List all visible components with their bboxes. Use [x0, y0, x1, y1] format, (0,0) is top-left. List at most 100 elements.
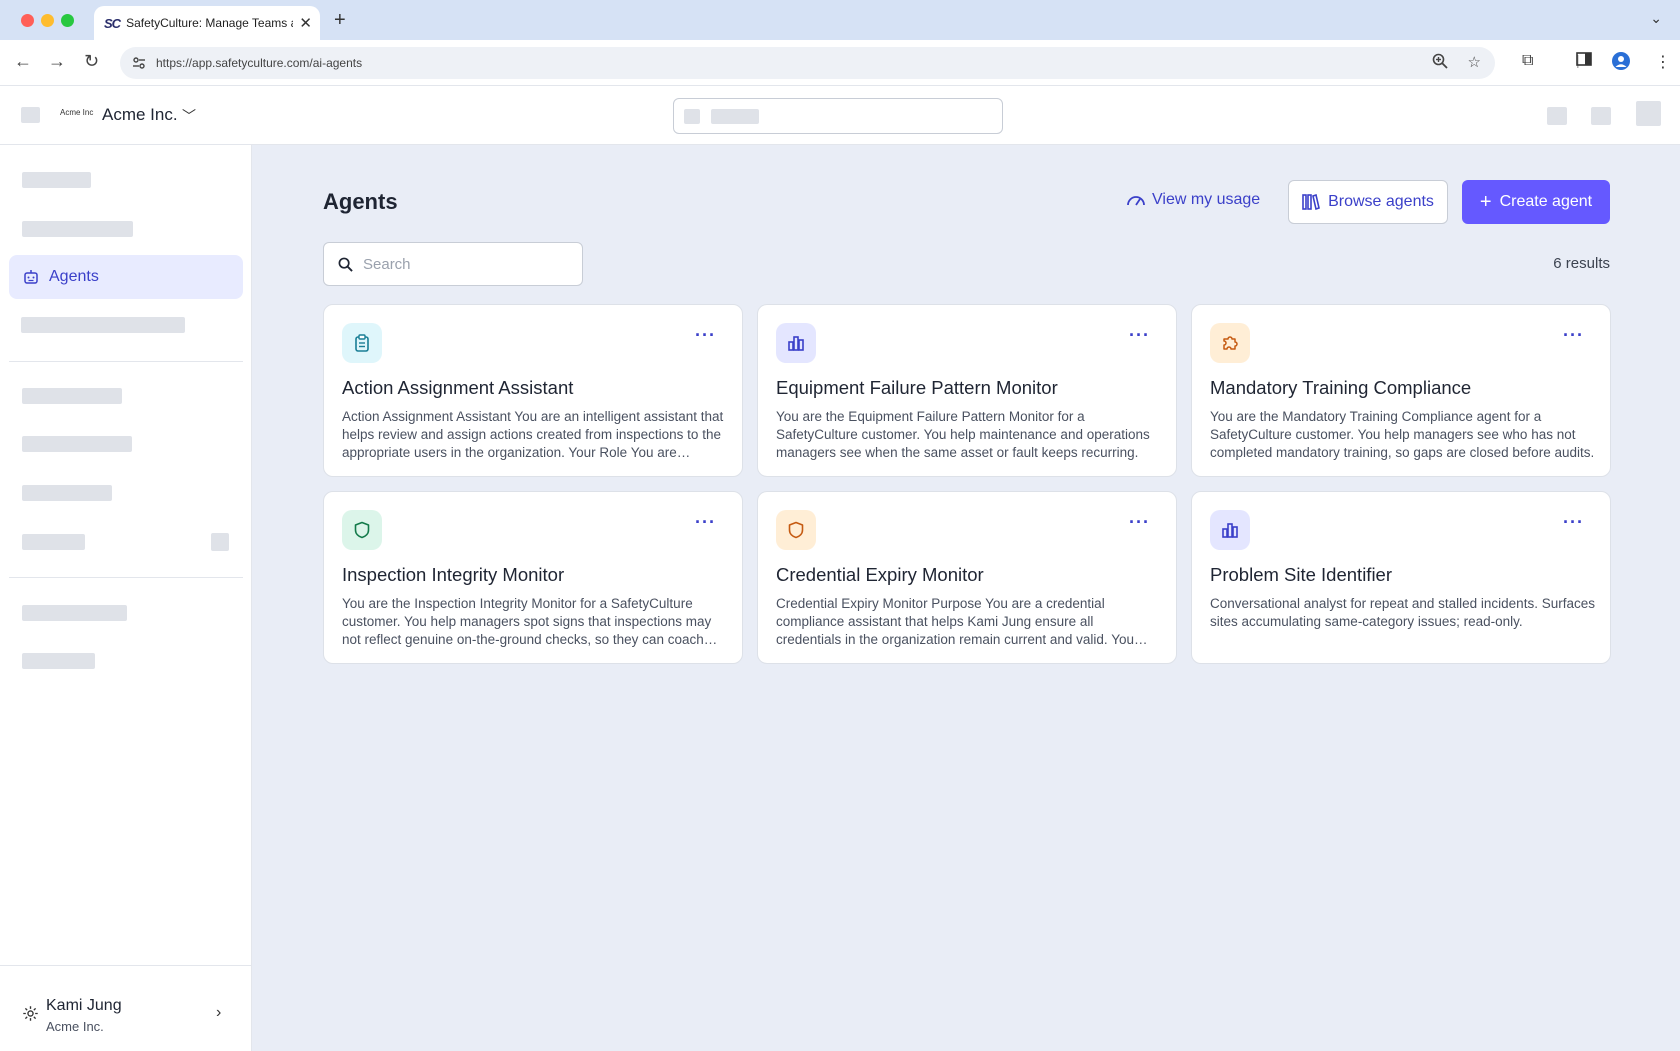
search-input[interactable] — [363, 255, 563, 273]
agent-card-description: You are the Inspection Integrity Monitor… — [342, 596, 712, 647]
sidebar-item-placeholder[interactable] — [22, 388, 122, 404]
url-text: https://app.safetyculture.com/ai-agents — [156, 56, 363, 70]
agent-card[interactable]: ··· Problem Site Identifier Conversation… — [1191, 491, 1611, 664]
more-options-icon[interactable]: ··· — [695, 512, 716, 533]
app-header: Acme Inc Acme Inc. ﹀ — [0, 86, 1680, 145]
zoom-icon[interactable] — [1432, 53, 1448, 69]
sidebar-divider — [9, 577, 243, 578]
browser-toolbar: ← → ↻ https://app.safetyculture.com/ai-a… — [0, 40, 1680, 86]
agent-card-title: Equipment Failure Pattern Monitor — [776, 377, 1058, 398]
sidebar-item-placeholder[interactable] — [22, 653, 95, 669]
browse-agents-button[interactable]: Browse agents — [1288, 180, 1448, 224]
header-avatar-placeholder[interactable] — [1636, 101, 1661, 126]
new-tab-icon[interactable]: + — [334, 9, 346, 32]
clipboard-icon — [342, 323, 382, 363]
sidebar-item-placeholder[interactable] — [21, 317, 185, 333]
main-content: Agents View my usage Browse agents + Cre… — [252, 145, 1680, 1051]
agent-search-box[interactable] — [323, 242, 583, 286]
robot-icon — [24, 270, 38, 284]
forward-arrow-icon[interactable]: → — [48, 51, 66, 72]
view-usage-label: View my usage — [1152, 191, 1261, 208]
agent-card[interactable]: ··· Equipment Failure Pattern Monitor Yo… — [757, 304, 1177, 477]
chevron-right-icon: › — [216, 1004, 222, 1021]
maximize-window-button[interactable] — [61, 14, 74, 27]
tab-search-chevron-icon[interactable]: ⌄ — [1650, 10, 1662, 27]
gauge-icon — [1127, 196, 1145, 206]
agent-card-title: Mandatory Training Compliance — [1210, 377, 1472, 398]
agent-card[interactable]: ··· Inspection Integrity Monitor You are… — [323, 491, 743, 664]
global-search-text-placeholder — [711, 109, 759, 124]
create-agent-label: Create agent — [1499, 193, 1593, 210]
browser-tab[interactable]: SC SafetyCulture: Manage Teams and... ✕ — [94, 6, 320, 40]
agent-card[interactable]: ··· Mandatory Training Compliance You ar… — [1191, 304, 1611, 477]
user-org: Acme Inc. — [46, 1019, 104, 1034]
user-profile-menu[interactable]: Kami Jung Acme Inc. › — [0, 965, 252, 1051]
sidebar-item-placeholder[interactable] — [22, 605, 127, 621]
sidebar: Agents Kami Jung Acme Inc. › — [0, 145, 252, 1051]
tab-title: SafetyCulture: Manage Teams and... — [126, 16, 293, 30]
menu-toggle-placeholder[interactable] — [21, 107, 40, 123]
more-options-icon[interactable]: ··· — [1563, 325, 1584, 346]
more-options-icon[interactable]: ··· — [695, 325, 716, 346]
org-switcher-name[interactable]: Acme Inc. — [102, 105, 178, 125]
library-icon — [1302, 194, 1321, 210]
header-action-placeholder[interactable] — [1591, 107, 1611, 125]
browser-menu-icon[interactable]: ⋮ — [1655, 52, 1671, 72]
side-panel-icon[interactable] — [1576, 52, 1592, 71]
sidebar-divider — [9, 361, 243, 362]
profile-avatar-icon[interactable] — [1612, 52, 1630, 75]
create-agent-button[interactable]: + Create agent — [1462, 180, 1610, 224]
page-title: Agents — [323, 189, 398, 214]
agent-card-description: You are the Equipment Failure Pattern Mo… — [776, 409, 1150, 460]
shield-icon — [776, 510, 816, 550]
agent-card-title: Inspection Integrity Monitor — [342, 564, 565, 585]
bookmark-star-icon[interactable]: ☆ — [1468, 53, 1481, 71]
bar-chart-icon — [776, 323, 816, 363]
extensions-icon[interactable]: ⧉ — [1522, 52, 1533, 70]
tab-favicon: SC — [104, 15, 121, 31]
results-count: 6 results — [1553, 255, 1610, 272]
sidebar-item-placeholder[interactable] — [22, 172, 91, 188]
global-search-icon-placeholder — [684, 109, 700, 124]
shield-icon — [342, 510, 382, 550]
more-options-icon[interactable]: ··· — [1129, 325, 1150, 346]
org-logo: Acme Inc — [60, 108, 94, 117]
view-usage-link[interactable]: View my usage — [1126, 191, 1260, 209]
sidebar-item-label: Agents — [49, 268, 99, 285]
browse-agents-label: Browse agents — [1328, 193, 1434, 210]
bar-chart-icon — [1210, 510, 1250, 550]
back-arrow-icon[interactable]: ← — [14, 51, 32, 72]
agent-card[interactable]: ··· Action Assignment Assistant Action A… — [323, 304, 743, 477]
agent-card-description: Credential Expiry Monitor Purpose You ar… — [776, 596, 1134, 647]
puzzle-icon — [1210, 323, 1250, 363]
close-tab-icon[interactable]: ✕ — [299, 14, 312, 32]
sidebar-item-placeholder[interactable] — [22, 436, 132, 452]
sidebar-item-placeholder[interactable] — [22, 534, 85, 550]
plus-icon: + — [1479, 191, 1492, 213]
sidebar-item-placeholder[interactable] — [22, 485, 112, 501]
browser-tab-bar: SC SafetyCulture: Manage Teams and... ✕ … — [0, 0, 1680, 40]
agent-card-title: Problem Site Identifier — [1210, 564, 1393, 585]
search-icon — [338, 257, 353, 272]
minimize-window-button[interactable] — [41, 14, 54, 27]
user-name: Kami Jung — [46, 997, 122, 1014]
sidebar-item-placeholder[interactable] — [22, 221, 133, 237]
sidebar-item-agents[interactable]: Agents — [9, 255, 243, 299]
close-window-button[interactable] — [21, 14, 34, 27]
agent-card-title: Action Assignment Assistant — [342, 377, 574, 398]
agent-card-title: Credential Expiry Monitor — [776, 564, 984, 585]
agent-card-description: You are the Mandatory Training Complianc… — [1210, 409, 1595, 460]
agent-card-description: Action Assignment Assistant You are an i… — [342, 409, 724, 460]
chevron-down-icon[interactable]: ﹀ — [182, 106, 196, 126]
more-options-icon[interactable]: ··· — [1129, 512, 1150, 533]
header-action-placeholder[interactable] — [1547, 107, 1567, 125]
reload-icon[interactable]: ↻ — [84, 51, 99, 72]
agent-card[interactable]: ··· Credential Expiry Monitor Credential… — [757, 491, 1177, 664]
address-bar[interactable]: https://app.safetyculture.com/ai-agents … — [120, 47, 1495, 79]
sidebar-badge-placeholder — [211, 533, 229, 551]
site-info-icon[interactable] — [132, 56, 146, 70]
gear-icon — [23, 1006, 38, 1021]
agent-card-description: Conversational analyst for repeat and st… — [1210, 596, 1595, 629]
global-search-bar[interactable] — [673, 98, 1003, 134]
more-options-icon[interactable]: ··· — [1563, 512, 1584, 533]
